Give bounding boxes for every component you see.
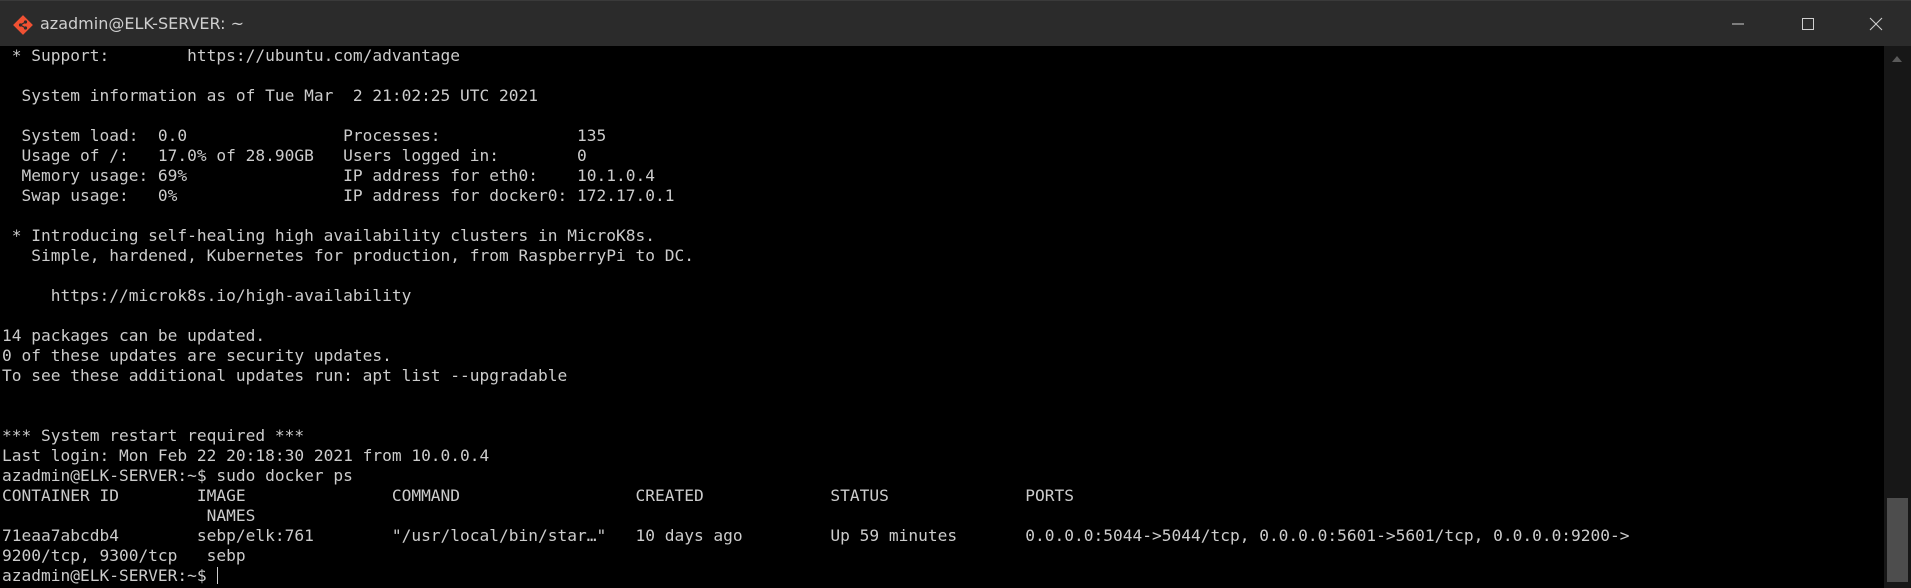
scrollbar-thumb[interactable] xyxy=(1887,498,1908,582)
minimize-icon xyxy=(1732,23,1744,25)
maximize-icon xyxy=(1802,18,1814,30)
title-bar[interactable]: azadmin@ELK-SERVER: ~ xyxy=(0,0,1911,46)
terminal-line: NAMES xyxy=(2,506,256,525)
scroll-up-arrow-icon[interactable] xyxy=(1892,56,1902,62)
terminal-line: https://microk8s.io/high-availability xyxy=(2,286,412,305)
terminal-line: 14 packages can be updated. xyxy=(2,326,266,345)
vertical-scrollbar[interactable] xyxy=(1884,46,1911,588)
window-title: azadmin@ELK-SERVER: ~ xyxy=(40,14,245,33)
terminal-line: To see these additional updates run: apt… xyxy=(2,366,568,385)
terminal-line: 9200/tcp, 9300/tcp sebp xyxy=(2,546,246,565)
close-button[interactable] xyxy=(1841,1,1911,47)
terminal-line: System information as of Tue Mar 2 21:02… xyxy=(2,86,539,105)
terminal-line: azadmin@ELK-SERVER:~$ sudo docker ps xyxy=(2,466,353,485)
terminal-line: 0 of these updates are security updates. xyxy=(2,346,392,365)
terminal-line: CONTAINER ID IMAGE COMMAND CREATED STATU… xyxy=(2,486,1075,505)
minimize-button[interactable] xyxy=(1703,1,1773,47)
terminal-line: Last login: Mon Feb 22 20:18:30 2021 fro… xyxy=(2,446,490,465)
terminal-line: * Support: https://ubuntu.com/advantage xyxy=(2,46,461,65)
terminal-line: Simple, hardened, Kubernetes for product… xyxy=(2,246,694,265)
terminal-window: azadmin@ELK-SERVER: ~ * Support: https:/… xyxy=(0,0,1911,588)
maximize-button[interactable] xyxy=(1773,1,1843,47)
terminal-output-area[interactable]: * Support: https://ubuntu.com/advantage … xyxy=(0,46,1884,588)
terminal-line: System load: 0.0 Processes: 135 xyxy=(2,126,607,145)
terminal-line: 71eaa7abcdb4 sebp/elk:761 "/usr/local/bi… xyxy=(2,526,1630,545)
close-icon xyxy=(1869,17,1883,31)
text-cursor xyxy=(217,567,219,584)
terminal-line: Memory usage: 69% IP address for eth0: 1… xyxy=(2,166,655,185)
git-bash-diamond-icon xyxy=(13,15,33,35)
terminal-line: Usage of /: 17.0% of 28.90GB Users logge… xyxy=(2,146,587,165)
terminal-line: Swap usage: 0% IP address for docker0: 1… xyxy=(2,186,675,205)
shell-prompt: azadmin@ELK-SERVER:~$ xyxy=(2,566,217,585)
terminal-line: * Introducing self-healing high availabi… xyxy=(2,226,655,245)
terminal-line: *** System restart required *** xyxy=(2,426,305,445)
terminal-output: * Support: https://ubuntu.com/advantage … xyxy=(2,46,1630,586)
